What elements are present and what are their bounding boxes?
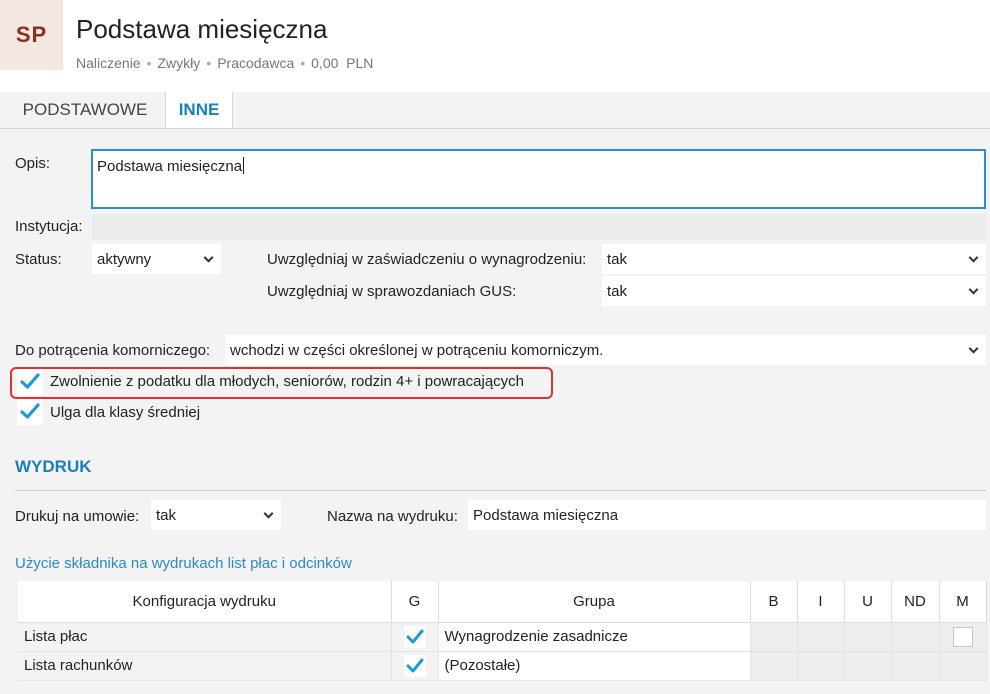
page-title: Podstawa miesięczna <box>76 14 328 44</box>
col-header-m[interactable]: M <box>939 581 987 623</box>
chevron-down-icon <box>968 343 979 354</box>
section-divider <box>15 490 986 491</box>
checkmark-icon <box>406 629 423 643</box>
checkmark-icon <box>20 373 40 389</box>
tabs-divider <box>0 128 990 129</box>
zwolnienie-checkbox[interactable] <box>17 369 43 395</box>
gus-label: Uwzględniaj w sprawozdaniach GUS: <box>267 283 517 300</box>
header: SP Podstawa miesięczna Naliczenie • Zwykły… <box>0 0 990 92</box>
row-g-cell[interactable] <box>391 622 439 652</box>
row-u-cell[interactable] <box>844 622 892 652</box>
col-header-i[interactable]: I <box>797 581 845 623</box>
col-header-u[interactable]: U <box>844 581 892 623</box>
row-m-cell[interactable] <box>939 651 987 681</box>
col-header-nd[interactable]: ND <box>891 581 940 623</box>
tab-inne[interactable]: INNE <box>165 92 233 128</box>
row-name: Lista płac <box>18 622 392 652</box>
g-checkbox[interactable] <box>403 625 426 648</box>
gus-select[interactable]: tak <box>602 276 986 306</box>
komornik-label: Do potrącenia komorniczego: <box>15 342 211 359</box>
instytucja-label: Instytucja: <box>15 218 83 235</box>
status-value: aktywny <box>97 251 152 268</box>
avatar: SP <box>0 0 63 70</box>
wydruk-section-title: WYDRUK <box>15 457 92 476</box>
opis-value: Podstawa miesięczna <box>97 158 243 175</box>
col-header-b[interactable]: B <box>750 581 798 623</box>
tab-podstawowe[interactable]: PODSTAWOWE <box>11 92 159 128</box>
drukuj-label: Drukuj na umowie: <box>15 508 140 525</box>
zwolnienie-label: Zwolnienie z podatku dla młodych, senior… <box>50 373 525 390</box>
ulga-checkbox[interactable] <box>17 399 43 425</box>
status-label: Status: <box>15 251 62 268</box>
tab-bar: PODSTAWOWE INNE <box>0 92 990 128</box>
usage-link[interactable]: Użycie składnika na wydrukach list płac … <box>15 555 352 572</box>
opis-textarea[interactable]: Podstawa miesięczna <box>91 149 986 209</box>
row-nd-cell[interactable] <box>891 651 940 681</box>
chevron-down-icon <box>968 284 979 295</box>
meta-kind: Zwykły <box>157 55 201 71</box>
zaswiadczenie-value: tak <box>607 251 628 268</box>
meta-payer: Pracodawca <box>217 55 295 71</box>
nazwa-value: Podstawa miesięczna <box>473 507 619 524</box>
nazwa-label: Nazwa na wydruku: <box>327 508 458 525</box>
row-b-cell[interactable] <box>750 651 798 681</box>
gus-value: tak <box>607 283 628 300</box>
komornik-select[interactable]: wchodzi w części określonej w potrąceniu… <box>225 335 986 365</box>
row-m-cell[interactable] <box>939 622 987 652</box>
row-grupa[interactable]: Wynagrodzenie zasadnicze <box>438 622 751 652</box>
m-checkbox[interactable] <box>952 626 973 647</box>
col-header-g[interactable]: G <box>391 581 439 623</box>
row-b-cell[interactable] <box>750 622 798 652</box>
meta-type: Naliczenie <box>76 55 141 71</box>
table-header-row: Konfiguracja wydruku G Grupa B I U ND M <box>18 581 987 623</box>
instytucja-field[interactable] <box>92 214 986 240</box>
row-u-cell[interactable] <box>844 651 892 681</box>
print-config-table: Konfiguracja wydruku G Grupa B I U ND M … <box>18 581 987 681</box>
row-nd-cell[interactable] <box>891 622 940 652</box>
drukuj-select[interactable]: tak <box>151 500 281 530</box>
col-header-konfiguracja[interactable]: Konfiguracja wydruku <box>18 581 392 623</box>
row-i-cell[interactable] <box>797 651 845 681</box>
meta-amount: 0,00 PLN <box>311 55 374 71</box>
g-checkbox[interactable] <box>403 654 426 677</box>
row-i-cell[interactable] <box>797 622 845 652</box>
page-subtitle: Naliczenie • Zwykły • Pracodawca • 0,00 PLN <box>76 55 374 71</box>
row-name: Lista rachunków <box>18 651 392 681</box>
row-g-cell[interactable] <box>391 651 439 681</box>
drukuj-value: tak <box>156 507 177 524</box>
zaswiadczenie-select[interactable]: tak <box>602 244 986 274</box>
table-row: Lista płac Wynagrodzenie zasadnicze <box>18 622 987 652</box>
col-header-grupa[interactable]: Grupa <box>438 581 751 623</box>
row-grupa[interactable]: (Pozostałe) <box>438 651 751 681</box>
chevron-down-icon <box>203 252 214 263</box>
opis-label: Opis: <box>15 155 51 172</box>
chevron-down-icon <box>263 508 274 519</box>
nazwa-input[interactable]: Podstawa miesięczna <box>468 500 986 530</box>
komornik-value: wchodzi w części określonej w potrąceniu… <box>230 342 604 359</box>
checkmark-icon <box>406 658 423 672</box>
checkmark-icon <box>20 403 40 419</box>
text-cursor <box>243 157 245 174</box>
zaswiadczenie-label: Uwzględniaj w zaświadczeniu o wynagrodze… <box>267 251 587 268</box>
status-select[interactable]: aktywny <box>92 244 221 274</box>
table-row: Lista rachunków (Pozostałe) <box>18 651 987 681</box>
ulga-label: Ulga dla klasy średniej <box>50 404 201 421</box>
chevron-down-icon <box>968 252 979 263</box>
